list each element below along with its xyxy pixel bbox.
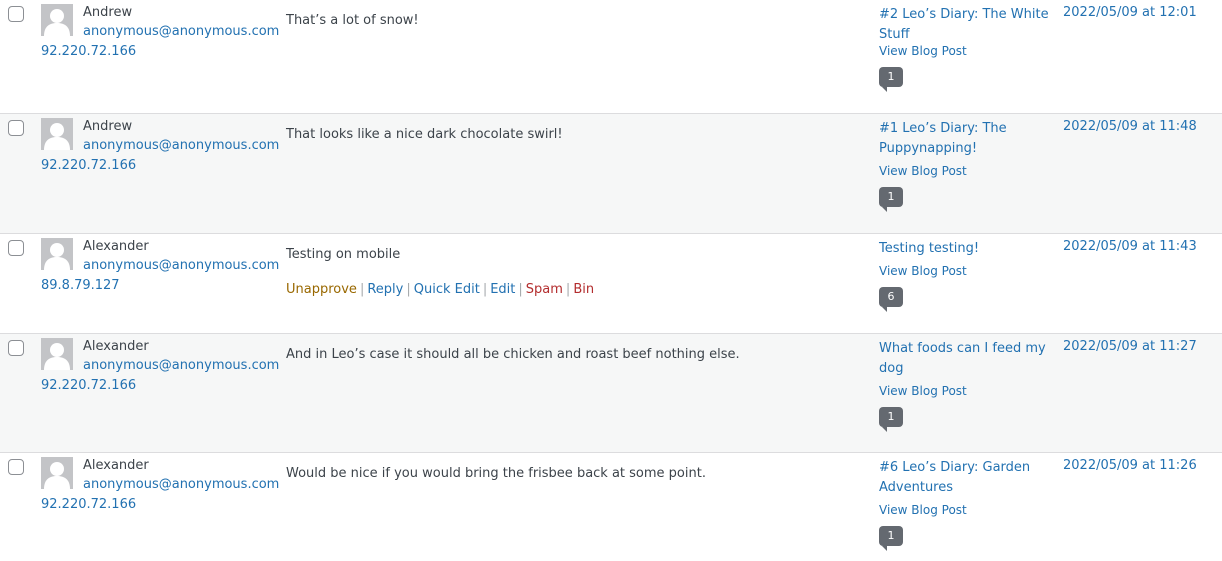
author-ip-link[interactable]: 92.220.72.166 [41, 378, 136, 393]
view-blog-post-link[interactable]: View Blog Post [879, 164, 967, 178]
author-email-link[interactable]: anonymous@anonymous.com [83, 138, 279, 153]
select-comment-checkbox[interactable] [8, 120, 24, 136]
comment-date-link[interactable]: 2022/05/09 at 11:48 [1063, 119, 1197, 134]
reply-link[interactable]: Reply [367, 282, 403, 297]
comment-count-badge[interactable]: 1 [879, 526, 903, 551]
action-separator: | [359, 282, 365, 297]
comment-row: Andrew anonymous@anonymous.com 92.220.72… [0, 114, 1222, 234]
avatar-icon [41, 238, 73, 270]
comment-count-badge[interactable]: 1 [879, 407, 903, 432]
comment-row: Andrew anonymous@anonymous.com 92.220.72… [0, 0, 1222, 114]
in-response-to-post-link[interactable]: #1 Leo’s Diary: The Puppynapping! [879, 119, 1049, 159]
comment-text: Would be nice if you would bring the fri… [286, 466, 706, 481]
comment-row: Alexander anonymous@anonymous.com 89.8.7… [0, 234, 1222, 334]
avatar-icon [41, 118, 73, 150]
action-separator: | [565, 282, 571, 297]
action-separator: | [482, 282, 488, 297]
select-comment-checkbox[interactable] [8, 459, 24, 475]
comments-table: Andrew anonymous@anonymous.com 92.220.72… [0, 0, 1222, 561]
author-name: Alexander [83, 239, 149, 254]
quick-edit-link[interactable]: Quick Edit [414, 282, 480, 297]
comment-date-link[interactable]: 2022/05/09 at 11:27 [1063, 339, 1197, 354]
unapprove-link[interactable]: Unapprove [286, 282, 357, 297]
avatar-icon [41, 4, 73, 36]
avatar-icon [41, 338, 73, 370]
row-actions: Unapprove | Reply | Quick Edit | Edit | Spam | Bin [286, 282, 594, 297]
comment-text: That looks like a nice dark chocolate sw… [286, 127, 563, 142]
comment-count-badge[interactable]: 1 [879, 67, 903, 92]
avatar-icon [41, 457, 73, 489]
comment-count-badge[interactable]: 6 [879, 287, 903, 312]
view-blog-post-link[interactable]: View Blog Post [879, 384, 967, 398]
action-separator: | [406, 282, 411, 297]
in-response-to-post-link[interactable]: #6 Leo’s Diary: Garden Adventures [879, 458, 1049, 498]
view-blog-post-link[interactable]: View Blog Post [879, 503, 967, 517]
select-comment-checkbox[interactable] [8, 6, 24, 22]
bin-link[interactable]: Bin [573, 282, 594, 297]
in-response-to-post-link[interactable]: What foods can I feed my dog [879, 339, 1049, 379]
author-email-link[interactable]: anonymous@anonymous.com [83, 358, 279, 373]
view-blog-post-link[interactable]: View Blog Post [879, 44, 967, 58]
select-comment-checkbox[interactable] [8, 340, 24, 356]
author-name: Alexander [83, 339, 149, 354]
author-name: Andrew [83, 119, 133, 134]
comment-count-badge[interactable]: 1 [879, 187, 903, 212]
author-email-link[interactable]: anonymous@anonymous.com [83, 258, 279, 273]
author-ip-link[interactable]: 92.220.72.166 [41, 44, 136, 59]
author-name: Andrew [83, 5, 133, 20]
author-ip-link[interactable]: 92.220.72.166 [41, 497, 136, 512]
view-blog-post-link[interactable]: View Blog Post [879, 264, 967, 278]
edit-link[interactable]: Edit [490, 282, 515, 297]
comment-text: That’s a lot of snow! [286, 13, 419, 28]
action-separator: | [518, 282, 523, 297]
select-comment-checkbox[interactable] [8, 240, 24, 256]
comment-row: Alexander anonymous@anonymous.com 92.220… [0, 453, 1222, 561]
author-email-link[interactable]: anonymous@anonymous.com [83, 24, 279, 39]
author-email-link[interactable]: anonymous@anonymous.com [83, 477, 279, 492]
comment-date-link[interactable]: 2022/05/09 at 11:43 [1063, 239, 1197, 254]
author-name: Alexander [83, 458, 149, 473]
spam-link[interactable]: Spam [526, 282, 563, 297]
in-response-to-post-link[interactable]: #2 Leo’s Diary: The White Stuff [879, 5, 1049, 45]
comment-text: Testing on mobile [286, 247, 401, 262]
comment-date-link[interactable]: 2022/05/09 at 11:26 [1063, 458, 1197, 473]
author-ip-link[interactable]: 89.8.79.127 [41, 278, 120, 293]
comment-text: And in Leo’s case it should all be chick… [286, 347, 740, 362]
in-response-to-post-link[interactable]: Testing testing! [879, 239, 1049, 259]
author-ip-link[interactable]: 92.220.72.166 [41, 158, 136, 173]
comment-date-link[interactable]: 2022/05/09 at 12:01 [1063, 5, 1197, 20]
comment-row: Alexander anonymous@anonymous.com 92.220… [0, 334, 1222, 453]
